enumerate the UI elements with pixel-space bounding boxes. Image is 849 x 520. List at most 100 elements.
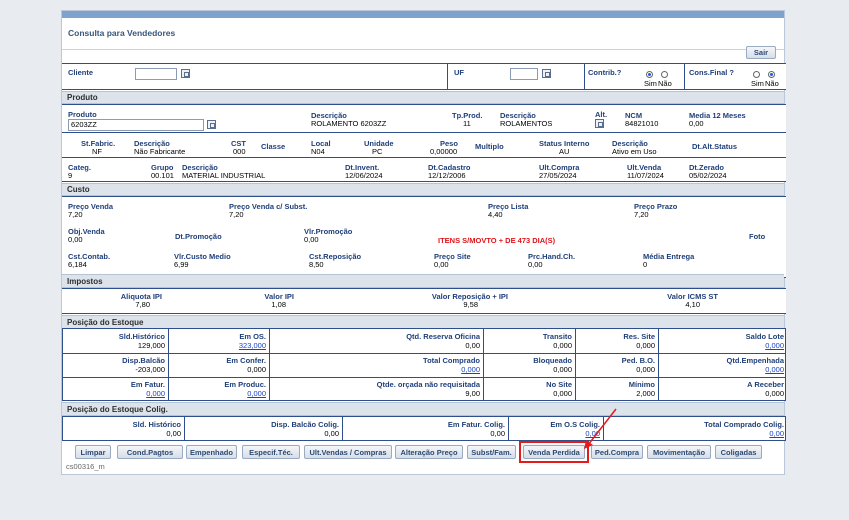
estoque-value-link[interactable]: 0,000 bbox=[63, 389, 165, 398]
estoque-value: 0,000 bbox=[247, 365, 266, 374]
custo-block: Preço Venda 7,20 Preço Venda c/ Subst. 7… bbox=[62, 196, 786, 278]
coligadas-button[interactable]: Coligadas bbox=[715, 445, 762, 459]
top-bar bbox=[62, 11, 784, 18]
colig-value: 0,00 bbox=[490, 429, 505, 438]
section-estoque-colig: Posição do Estoque Colig. bbox=[62, 402, 784, 416]
estoque-label: Qtde. orçada não requisitada bbox=[376, 380, 480, 389]
uf-input[interactable] bbox=[510, 68, 538, 80]
limpar-button[interactable]: Limpar bbox=[75, 445, 111, 459]
colig-grid: Sld. Histórico 0,00 Disp. Balcão Colig. 0,0… bbox=[62, 416, 786, 441]
annotation-arrow bbox=[584, 408, 617, 449]
contrib-sim-radio[interactable] bbox=[646, 71, 653, 78]
estoque-value: 0,000 bbox=[553, 365, 572, 374]
precovendasubst-value: 7,20 bbox=[229, 210, 244, 219]
colig-value-link[interactable]: 0,00 bbox=[603, 429, 784, 438]
estoque-label: Qtd. Reserva Oficina bbox=[406, 332, 480, 341]
vlrcusto-value: 6,99 bbox=[174, 260, 189, 269]
sair-button[interactable]: Sair bbox=[746, 46, 776, 59]
estoque-value: 0,000 bbox=[765, 389, 784, 398]
multiplo-label: Multiplo bbox=[475, 142, 504, 151]
peso-value: 0,00000 bbox=[430, 147, 458, 156]
prchand-value: 0,00 bbox=[528, 260, 543, 269]
cond-pagtos-button[interactable]: Cond.Pagtos bbox=[117, 445, 183, 459]
estoque-label: No Site bbox=[546, 380, 572, 389]
estoque-label: Em OS. bbox=[239, 332, 266, 341]
uf-label: UF bbox=[454, 68, 464, 77]
vlrpromocao-value: 0,00 bbox=[304, 235, 319, 244]
estoque-value-link[interactable]: 323,000 bbox=[168, 341, 266, 350]
estoque-label: Bloqueado bbox=[533, 356, 572, 365]
ultvenda-value: 11/07/2024 bbox=[627, 171, 664, 180]
cliente-input[interactable] bbox=[135, 68, 177, 80]
contrib-nao-label: Não bbox=[658, 79, 672, 88]
precoprazo-value: 7,20 bbox=[634, 210, 649, 219]
estoque-label: Sld.Histórico bbox=[118, 332, 165, 341]
cst-value: 000 bbox=[233, 147, 246, 156]
contrib-nao-radio[interactable] bbox=[661, 71, 668, 78]
estoque-value-link[interactable]: 0,000 bbox=[269, 365, 480, 374]
valorreposicao-value: 9,58 bbox=[463, 300, 478, 309]
cstreposicao-value: 8,50 bbox=[309, 260, 324, 269]
empenhado-button[interactable]: Empenhado bbox=[186, 445, 237, 459]
estoque-value: -203,000 bbox=[135, 365, 165, 374]
dtinvent-value: 12/06/2024 bbox=[345, 171, 383, 180]
colig-label: Total Comprado Colig. bbox=[704, 420, 784, 429]
status-value: AU bbox=[559, 147, 570, 156]
aliquotaipi-value: 7,80 bbox=[135, 300, 150, 309]
categ-value: 9 bbox=[68, 171, 73, 180]
alteracao-preco-button[interactable]: Alteração Preço bbox=[395, 445, 463, 459]
estoque-value-link[interactable]: 0,000 bbox=[168, 389, 266, 398]
subst-fam-button[interactable]: Subst/Fam. bbox=[467, 445, 516, 459]
colig-label: Disp. Balcão Colig. bbox=[271, 420, 339, 429]
impostos-block: Aliquota IPI 7,80 Valor IPI 1,08 Valor R… bbox=[62, 288, 786, 314]
highlight-box bbox=[519, 441, 589, 463]
ult-vendas-compras-button[interactable]: Ult.Vendas / Compras bbox=[304, 445, 392, 459]
estoque-label: Em Fatur. bbox=[130, 380, 165, 389]
consfinal-sim-label: Sim bbox=[751, 79, 764, 88]
estoque-label: Mínimo bbox=[628, 380, 655, 389]
consfinal-sim-radio[interactable] bbox=[753, 71, 760, 78]
grupo-value: 00.101 bbox=[151, 171, 174, 180]
ultcompra-value: 27/05/2024 bbox=[539, 171, 577, 180]
estoque-value-link[interactable]: 0,000 bbox=[658, 365, 784, 374]
produto-input[interactable]: 6203ZZ bbox=[68, 119, 204, 131]
objvenda-value: 0,00 bbox=[68, 235, 83, 244]
dtaltstatus-label: Dt.Alt.Status bbox=[692, 142, 737, 151]
alt-label: Alt. bbox=[595, 110, 608, 119]
especif-tec-button[interactable]: Especif.Téc. bbox=[242, 445, 300, 459]
descricao-value: ROLAMENTO 6203ZZ bbox=[311, 119, 387, 128]
section-estoque: Posição do Estoque bbox=[62, 315, 784, 329]
title-divider bbox=[62, 49, 784, 50]
section-impostos: Impostos bbox=[62, 274, 784, 288]
local-value: N04 bbox=[311, 147, 325, 156]
dtzerado-value: 05/02/2024 bbox=[689, 171, 727, 180]
estoque-value: 0,000 bbox=[553, 341, 572, 350]
estoque-value-link[interactable]: 0,000 bbox=[658, 341, 784, 350]
movimentacao-button[interactable]: Movimentação bbox=[647, 445, 711, 459]
estoque-label: Transito bbox=[542, 332, 572, 341]
foto-link[interactable]: Foto bbox=[749, 232, 765, 241]
lookup-icon[interactable] bbox=[207, 120, 216, 129]
precovenda-value: 7,20 bbox=[68, 210, 83, 219]
estoque-label: Em Produc. bbox=[224, 380, 266, 389]
descgrupo-value: MATERIAL INDUSTRIAL bbox=[182, 171, 266, 180]
precosite-value: 0,00 bbox=[434, 260, 449, 269]
estoque-label: A Receber bbox=[747, 380, 784, 389]
screen-code: cs00316_m bbox=[66, 462, 105, 471]
ncm-value: 84821010 bbox=[625, 119, 659, 128]
dtcadastro-value: 12/12/2006 bbox=[428, 171, 466, 180]
alt-icon[interactable] bbox=[595, 119, 604, 128]
main-panel: Consulta para Vendedores Sair Cliente UF… bbox=[61, 10, 786, 475]
contrib-label: Contrib.? bbox=[588, 68, 622, 77]
consfinal-nao-radio[interactable] bbox=[768, 71, 775, 78]
estoque-label: Disp.Balcão bbox=[122, 356, 165, 365]
estoque-label: Ped. B.O. bbox=[621, 356, 655, 365]
colig-label: Em Fatur. Colig. bbox=[447, 420, 505, 429]
colig-value: 0,00 bbox=[324, 429, 339, 438]
estoque-value: 0,000 bbox=[553, 389, 572, 398]
lookup-icon[interactable] bbox=[542, 69, 551, 78]
lookup-icon[interactable] bbox=[181, 69, 190, 78]
valoricmsst-value: 4,10 bbox=[685, 300, 700, 309]
estoque-value: 0,00 bbox=[465, 341, 480, 350]
stfabric-value: NF bbox=[92, 147, 102, 156]
